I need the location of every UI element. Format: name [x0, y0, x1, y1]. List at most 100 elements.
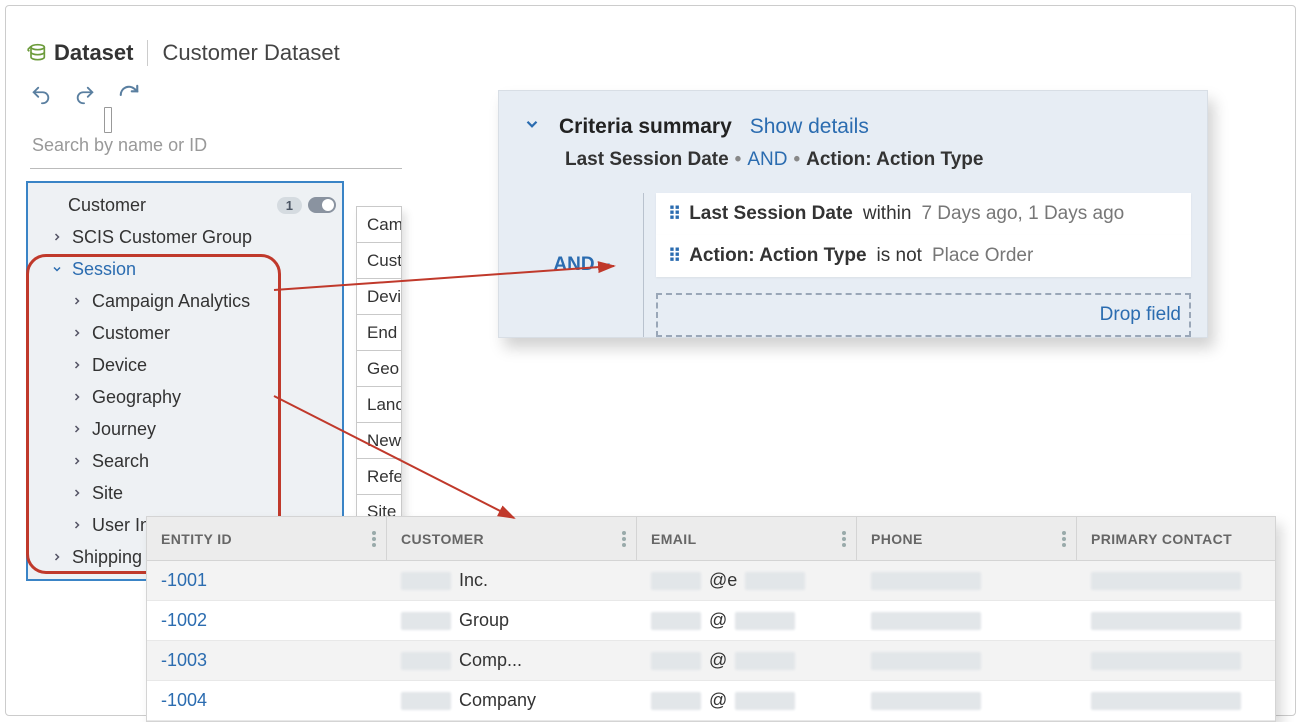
tree-item-session-child[interactable]: Site [28, 477, 342, 509]
email-cell: @ [637, 650, 857, 671]
email-cell: @ [637, 610, 857, 631]
redo-icon[interactable] [74, 84, 96, 111]
criteria-summary-card: Criteria summary Show details Last Sessi… [498, 90, 1208, 338]
column-item[interactable]: Geo [356, 350, 402, 386]
redacted-text [401, 652, 451, 670]
redacted-text [401, 692, 451, 710]
column-item[interactable]: Cam [356, 206, 402, 242]
redacted-text [871, 572, 981, 590]
tree-item-label: Site [92, 483, 342, 504]
email-mid: @e [709, 570, 737, 591]
tree-item-session-child[interactable]: Device [28, 349, 342, 381]
column-menu-icon[interactable] [1062, 531, 1066, 547]
join-operator[interactable]: AND [523, 193, 643, 337]
tree-item-session[interactable]: Session [28, 253, 342, 285]
customer-cell: Comp... [387, 650, 637, 671]
entity-id-cell[interactable]: -1002 [147, 610, 387, 631]
column-item[interactable]: Refe [356, 458, 402, 494]
tree-item-label: Device [92, 355, 342, 376]
drag-handle-icon[interactable]: ⠿ [668, 204, 679, 225]
tree-item-scis-group[interactable]: SCIS Customer Group [28, 221, 342, 253]
redacted-text [735, 692, 795, 710]
drop-field-zone[interactable]: Drop field [656, 293, 1191, 337]
refresh-icon[interactable] [118, 84, 140, 111]
redacted-text [871, 652, 981, 670]
chevron-right-icon [50, 230, 64, 244]
table-row[interactable]: -1002Group @ [147, 601, 1275, 641]
dot-separator: • [793, 149, 800, 171]
criteria-sub-left: Last Session Date [565, 149, 729, 171]
chevron-right-icon [70, 326, 84, 340]
caret-down-icon [601, 259, 613, 271]
phone-cell [857, 612, 1077, 630]
chevron-right-icon [70, 486, 84, 500]
column-item[interactable]: Devi [356, 278, 402, 314]
redacted-text [735, 652, 795, 670]
column-list: CamCustDeviEndGeoLancNewRefeSite [356, 206, 402, 530]
column-item[interactable]: New [356, 422, 402, 458]
redacted-text [1091, 612, 1241, 630]
dot-separator: • [735, 149, 742, 171]
criteria-rule[interactable]: ⠿Last Session Date within 7 Days ago, 1 … [656, 193, 1191, 235]
tree-item-session-child[interactable]: Search [28, 445, 342, 477]
join-label: AND [553, 254, 594, 276]
header-label: EMAIL [651, 531, 697, 547]
criteria-rule[interactable]: ⠿Action: Action Type is not Place Order [656, 235, 1191, 277]
primary-contact-cell [1077, 612, 1275, 630]
results-table: ENTITY IDCUSTOMER EMAIL PHONEPRIMARY CONTA… [146, 516, 1276, 722]
tree-item-label: Customer [92, 323, 342, 344]
column-item[interactable]: End [356, 314, 402, 350]
table-row[interactable]: -1003 Comp... @ [147, 641, 1275, 681]
entity-id-cell[interactable]: -1004 [147, 690, 387, 711]
toggle-switch[interactable] [308, 197, 336, 213]
table-header-cell[interactable]: CUSTOMER [387, 517, 637, 560]
table-row[interactable]: -1004 Company @ [147, 681, 1275, 721]
phone-cell [857, 692, 1077, 710]
tree-item-customer[interactable]: Customer 1 [28, 189, 342, 221]
column-item[interactable]: Cust [356, 242, 402, 278]
tree-item-session-child[interactable]: Customer [28, 317, 342, 349]
table-header-cell[interactable]: PRIMARY CONTACT [1077, 517, 1275, 560]
table-header-cell[interactable]: PHONE [857, 517, 1077, 560]
customer-suffix: Comp... [459, 650, 522, 671]
table-header-cell[interactable]: ENTITY ID [147, 517, 387, 560]
tree-item-label: Customer [68, 195, 277, 216]
column-menu-icon[interactable] [842, 531, 846, 547]
drag-handle-icon[interactable]: ⠿ [668, 246, 679, 267]
search-input[interactable] [30, 127, 402, 169]
tree-item-session-child[interactable]: Geography [28, 381, 342, 413]
tree-item-session-child[interactable]: Journey [28, 413, 342, 445]
phone-cell [857, 652, 1077, 670]
entity-id-cell[interactable]: -1003 [147, 650, 387, 671]
rule-field: Last Session Date [689, 203, 853, 225]
table-header-row: ENTITY IDCUSTOMER EMAIL PHONEPRIMARY CONTA… [147, 517, 1275, 561]
column-menu-icon[interactable] [622, 531, 626, 547]
tree-item-label: Campaign Analytics [92, 291, 342, 312]
undo-icon[interactable] [30, 84, 52, 111]
email-cell: @e [637, 570, 857, 591]
primary-contact-cell [1077, 652, 1275, 670]
table-body: -1001Inc.@e-1002Group@-1003Comp...@-1004… [147, 561, 1275, 721]
customer-suffix: Company [459, 690, 536, 711]
customer-cell: Group [387, 610, 637, 631]
show-details-link[interactable]: Show details [750, 115, 869, 139]
rule-op: is not [877, 245, 922, 267]
column-item[interactable]: Lanc [356, 386, 402, 422]
email-mid: @ [709, 610, 727, 631]
redacted-text [651, 612, 701, 630]
column-menu-icon[interactable] [372, 531, 376, 547]
panel-header: Dataset Customer Dataset [26, 34, 406, 76]
redacted-text [735, 612, 795, 630]
rule-field: Action: Action Type [689, 245, 866, 267]
chevron-right-icon [70, 358, 84, 372]
email-mid: @ [709, 690, 727, 711]
customer-cell: Company [387, 690, 637, 711]
tree-item-session-child[interactable]: Campaign Analytics [28, 285, 342, 317]
table-header-cell[interactable]: EMAIL [637, 517, 857, 560]
criteria-header[interactable]: Criteria summary Show details [523, 115, 1207, 139]
entity-id-cell[interactable]: -1001 [147, 570, 387, 591]
customer-suffix: Inc. [459, 570, 488, 591]
criteria-sub-right: Action: Action Type [806, 149, 983, 171]
table-row[interactable]: -1001 Inc. @e [147, 561, 1275, 601]
redacted-text [651, 652, 701, 670]
